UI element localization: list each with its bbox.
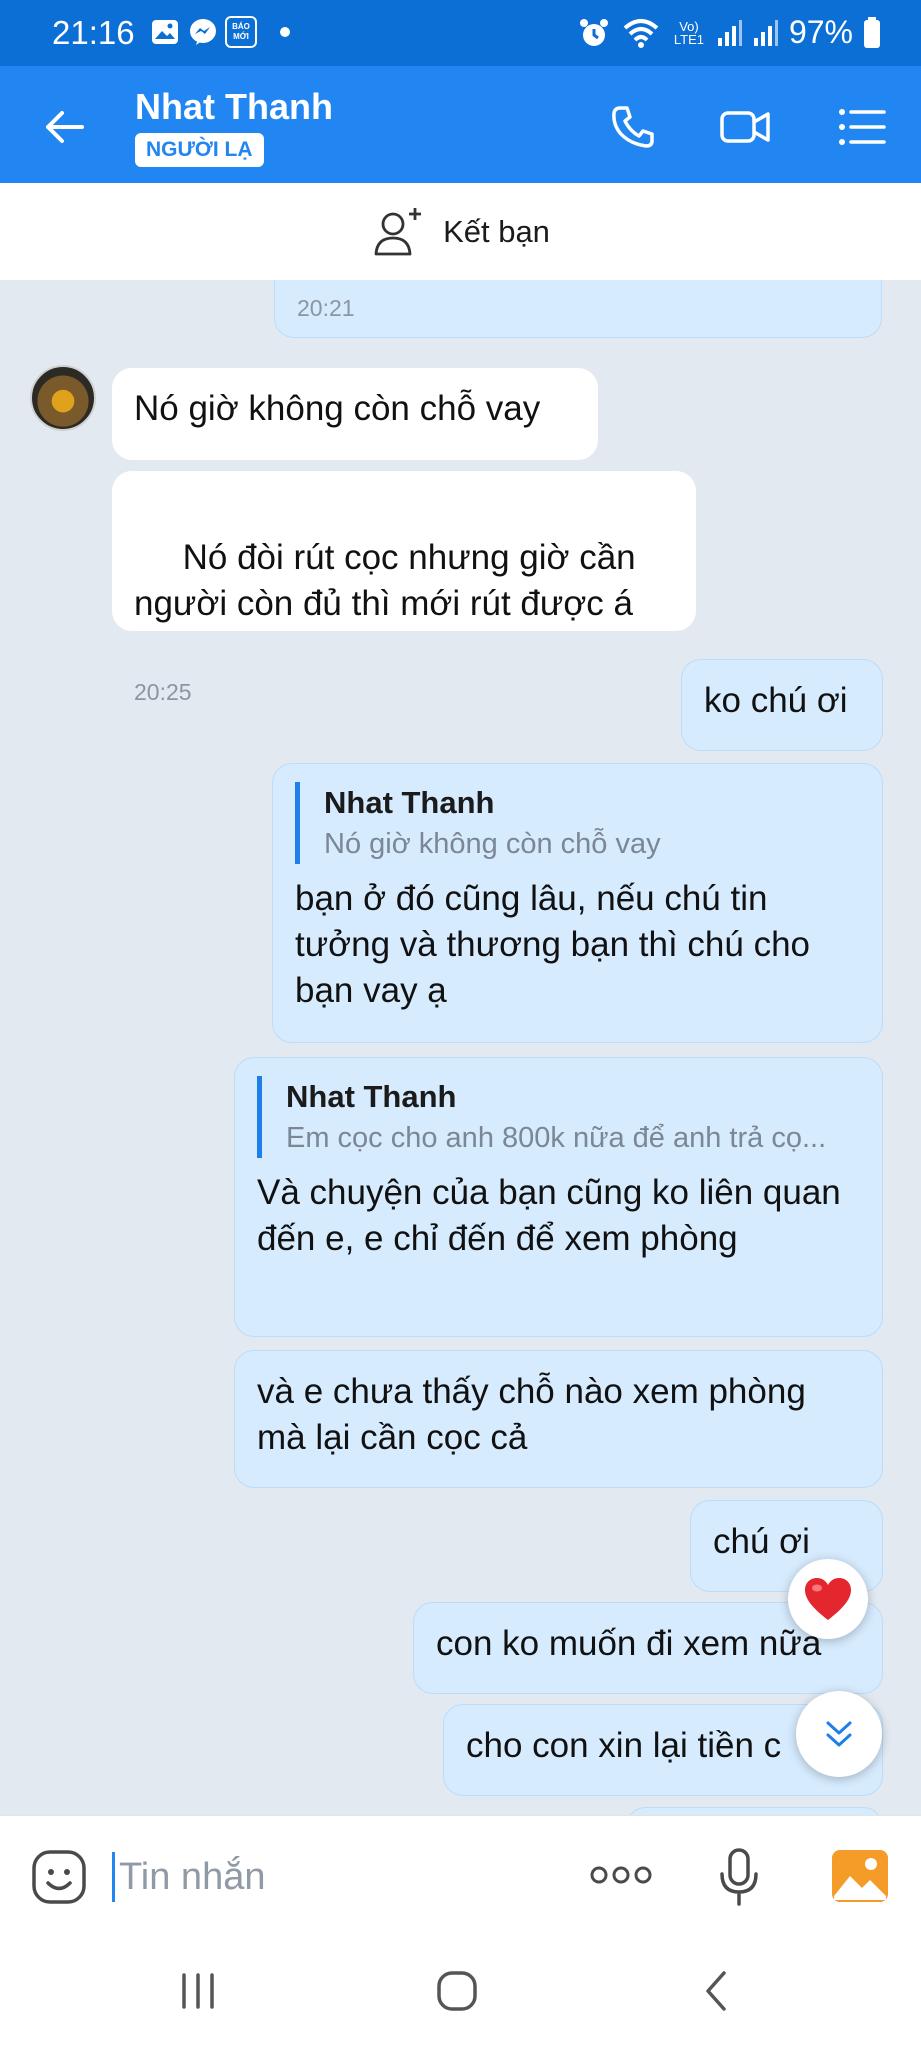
quote-sender: Nhat Thanh (286, 1079, 457, 1114)
message-bubble-outgoing[interactable] (626, 1807, 883, 1815)
quoted-message[interactable]: Nhat Thanh Nó giờ không còn chỗ vay (295, 782, 860, 864)
alarm-icon (579, 18, 608, 46)
wifi-icon (623, 18, 659, 48)
sticker-icon[interactable] (30, 1848, 88, 1906)
video-call-icon[interactable] (718, 100, 772, 154)
message-text: Và chuyện của bạn cũng ko liên quan đến … (257, 1173, 841, 1258)
home-icon[interactable] (435, 1969, 479, 2013)
message-timestamp: 20:21 (297, 295, 355, 321)
avatar[interactable] (30, 365, 96, 431)
message-input[interactable]: Tin nhắn (112, 1852, 265, 1902)
message-text: cho con xin lại tiền c (466, 1726, 782, 1765)
quote-sender: Nhat Thanh (324, 785, 495, 820)
message-text: chú ơi (713, 1522, 810, 1561)
reaction-button[interactable] (788, 1559, 868, 1639)
battery-icon (864, 16, 880, 48)
message-bubble-outgoing-reply[interactable]: Nhat Thanh Nó giờ không còn chỗ vay bạn … (272, 763, 883, 1043)
stranger-badge: NGƯỜI LẠ (135, 133, 264, 167)
back-icon[interactable] (700, 1969, 730, 2013)
message-bubble-incoming[interactable]: Nó đòi rút cọc nhưng giờ cần người còn đ… (112, 471, 696, 705)
contact-name[interactable]: Nhat Thanh (135, 86, 333, 128)
status-right: Vo) LTE1 97% (577, 14, 881, 51)
recent-apps-icon[interactable] (178, 1973, 218, 2009)
quote-text: Nó giờ không còn chỗ vay (324, 828, 661, 860)
message-text: và e chưa thấy chỗ nào xem phòng mà lại … (257, 1372, 806, 1457)
message-input-bar: Tin nhắn (0, 1815, 921, 1935)
message-bubble-outgoing[interactable]: ko chú ơi (681, 659, 883, 751)
gallery-icon (152, 20, 178, 44)
baomoi-icon: BÁO MỚI (225, 16, 257, 48)
add-friend-bar[interactable]: Kết bạn (0, 183, 921, 280)
chat-header: Nhat Thanh NGƯỜI LẠ (0, 66, 921, 183)
message-text: Nó đòi rút cọc nhưng giờ cần người còn đ… (134, 538, 646, 623)
heart-icon (805, 1578, 851, 1620)
message-text: bạn ở đó cũng lâu, nếu chú tin tưởng và … (295, 879, 811, 1010)
message-text: con ko muốn đi xem nữa (436, 1624, 822, 1663)
dot-icon (280, 27, 290, 37)
chat-area[interactable]: 20:21 Nó giờ không còn chỗ vay Nó đòi rú… (0, 280, 921, 1815)
quote-text: Em cọc cho anh 800k nữa để anh trả cọ... (286, 1122, 827, 1154)
status-bar: 21:16 BÁO MỚI Vo) LTE1 97% (0, 0, 921, 66)
scroll-down-button[interactable] (796, 1691, 882, 1777)
menu-list-icon[interactable] (836, 100, 890, 154)
signal-icon (753, 19, 778, 46)
system-nav-bar (0, 1935, 921, 2048)
add-user-icon[interactable] (371, 204, 427, 260)
add-friend-label[interactable]: Kết bạn (443, 214, 550, 250)
messenger-icon (190, 19, 216, 45)
message-bubble-incoming[interactable]: Nó giờ không còn chỗ vay (112, 368, 598, 460)
message-text: Nó giờ không còn chỗ vay (134, 389, 541, 428)
image-gallery-icon[interactable] (830, 1848, 890, 1904)
back-arrow-icon[interactable] (40, 102, 90, 152)
signal-icon (717, 19, 742, 46)
message-bubble-outgoing-reply[interactable]: Nhat Thanh Em cọc cho anh 800k nữa để an… (234, 1057, 883, 1337)
message-timestamp: 20:25 (134, 679, 192, 705)
phone-icon[interactable] (606, 100, 660, 154)
quoted-message[interactable]: Nhat Thanh Em cọc cho anh 800k nữa để an… (257, 1076, 860, 1158)
message-bubble-outgoing[interactable]: 20:21 (274, 280, 882, 338)
battery-percent: 97% (788, 14, 853, 50)
more-icon[interactable] (589, 1862, 653, 1888)
status-time: 21:16 (52, 14, 135, 51)
microphone-icon[interactable] (716, 1846, 762, 1908)
scroll-down-chevron-icon (826, 1721, 852, 1747)
lte-label: Vo) LTE1 (673, 18, 704, 47)
message-bubble-outgoing[interactable]: và e chưa thấy chỗ nào xem phòng mà lại … (234, 1350, 883, 1488)
message-text: ko chú ơi (704, 681, 848, 720)
